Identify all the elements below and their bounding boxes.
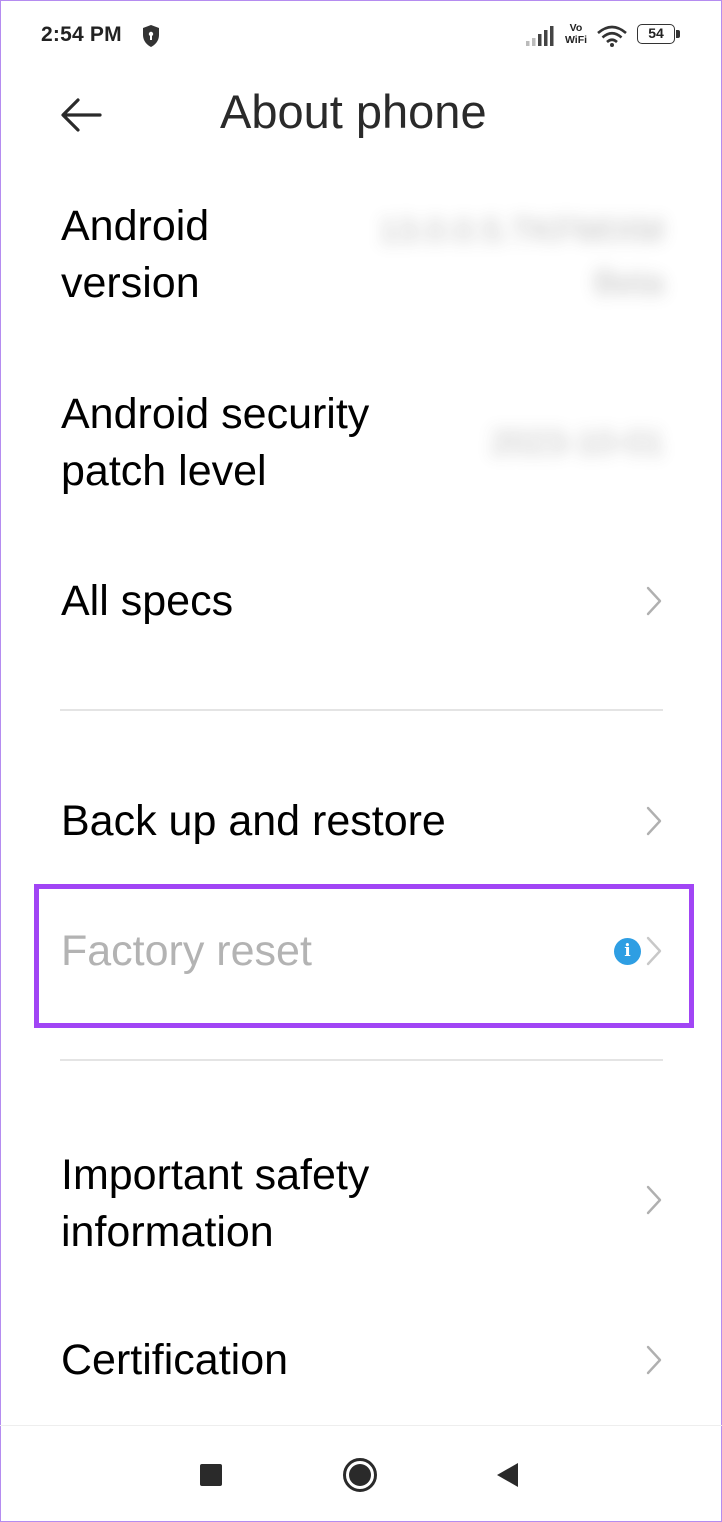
android-version-value: 13.0.0.5.TKFMIXM Beta [379,205,664,309]
chevron-right-icon [646,1345,662,1375]
vowifi-top-text: Vo [569,22,583,34]
section-divider [60,709,663,711]
factory-reset-label: Factory reset [61,927,312,975]
android-version-label-line2: version [61,259,200,307]
safety-info-row[interactable]: Important safety information [0,1144,722,1269]
recents-square-icon[interactable] [200,1464,222,1486]
chevron-right-icon [646,806,662,836]
signal-icon [526,26,554,46]
vowifi-icon: Vo WiFi [563,22,589,46]
back-triangle-icon[interactable] [494,1461,520,1489]
all-specs-row[interactable]: All specs [0,570,722,638]
security-patch-value: 2023-10-01 [490,424,664,462]
vowifi-bottom-text: WiFi [564,34,588,46]
safety-info-label-line2: information [61,1208,274,1256]
shield-icon [143,25,159,47]
security-patch-row[interactable]: Android security patch level 2023-10-01 [0,383,722,508]
back-button[interactable] [52,90,112,140]
security-patch-label-line2: patch level [61,447,267,495]
status-time: 2:54 PM [41,23,122,46]
android-version-row[interactable]: Android version 13.0.0.5.TKFMIXM Beta [0,195,722,320]
status-bar: 2:54 PM Vo WiFi 54 [0,0,722,72]
certification-row[interactable]: Certification [0,1329,722,1397]
wifi-icon [597,25,627,47]
section-divider [60,1059,663,1061]
safety-info-label-line1: Important safety [61,1151,370,1199]
certification-label: Certification [61,1336,289,1384]
chevron-right-icon [646,586,662,616]
android-version-value-line1: 13.0.0.5.TKFMIXM [378,212,664,250]
battery-level: 54 [637,24,675,44]
info-icon[interactable]: i [614,938,641,965]
backup-restore-label: Back up and restore [61,797,446,845]
android-version-label-line1: Android [61,202,210,250]
battery-tip [676,30,680,38]
android-version-label: Android version [61,198,209,312]
security-patch-label-line1: Android security [61,390,370,438]
page-title: About phone [220,85,487,138]
android-version-value-line2: Beta [594,264,664,302]
battery-icon: 54 [637,24,683,46]
safety-info-label: Important safety information [61,1147,369,1261]
all-specs-label: All specs [61,577,234,625]
backup-restore-row[interactable]: Back up and restore [0,790,722,858]
home-circle-icon[interactable] [342,1457,378,1493]
navigation-bar [0,1425,722,1522]
security-patch-label: Android security patch level [61,386,369,500]
chevron-right-icon [646,1185,662,1215]
arrow-left-icon [61,98,102,132]
chevron-right-icon [646,936,662,966]
